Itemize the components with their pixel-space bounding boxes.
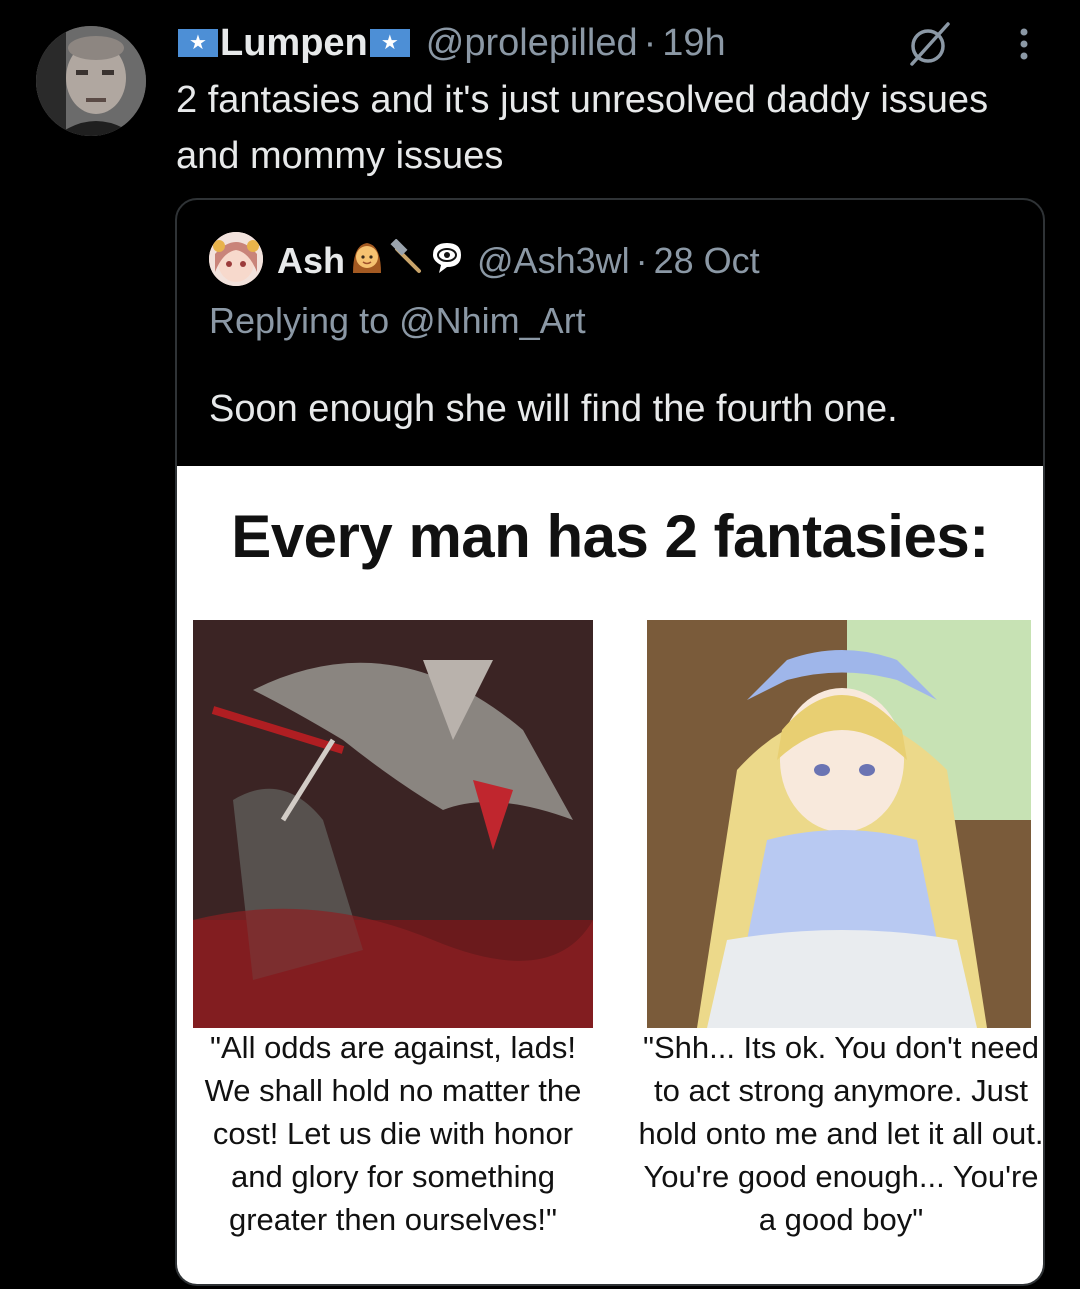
quoted-post-card[interactable]: Ash @Ash3wl · 28 Oct Replying to @Nhim_A… [175, 198, 1045, 1286]
left-caption: "All odds are against, lads! We shall ho… [204, 1030, 582, 1237]
separator-dot: · [643, 21, 657, 64]
quoted-author-avatar[interactable] [209, 232, 263, 286]
replying-to-handle[interactable]: @Nhim_Art [399, 300, 586, 341]
meme-title: Every man has 2 fantasies: [231, 503, 989, 570]
quoted-display-name[interactable]: Ash [277, 240, 345, 282]
anime-girl-illustration [647, 620, 1031, 1028]
anime-avatar-image [209, 232, 263, 286]
post-author-line: Lumpen @prolepilled · 19h [176, 18, 726, 68]
author-handle[interactable]: @prolepilled [426, 22, 638, 65]
quoted-date[interactable]: 28 Oct [654, 240, 760, 282]
replying-to-line: Replying to @Nhim_Art [209, 300, 586, 342]
replying-to-prefix: Replying to [209, 300, 400, 341]
flag-icon [178, 29, 218, 57]
quoted-author-line: Ash @Ash3wl · 28 Oct [277, 236, 760, 286]
post-time[interactable]: 19h [662, 22, 725, 65]
separator-dot: · [635, 240, 648, 281]
right-caption: "Shh... Its ok. You don't need to act st… [638, 1030, 1044, 1237]
eye-speech-emoji-icon [429, 239, 465, 284]
girl-emoji-icon [349, 239, 385, 284]
dark-fantasy-battle-illustration [193, 620, 593, 1028]
quoted-post-text: Soon enough she will find the fourth one… [209, 388, 898, 430]
post-text: 2 fantasies and it's just unresolved dad… [176, 79, 989, 177]
avatar-photo [36, 26, 146, 136]
meme-image[interactable]: Every man has 2 fantasies: "All odds are… [177, 466, 1044, 1284]
more-vertical-icon[interactable] [1004, 18, 1044, 70]
flag-icon [369, 29, 410, 57]
author-display-name[interactable]: Lumpen [220, 22, 368, 65]
quoted-handle[interactable]: @Ash3wl [477, 240, 630, 282]
grok-icon[interactable] [904, 18, 956, 70]
hammer-emoji-icon [389, 238, 425, 284]
author-avatar[interactable] [36, 26, 146, 136]
